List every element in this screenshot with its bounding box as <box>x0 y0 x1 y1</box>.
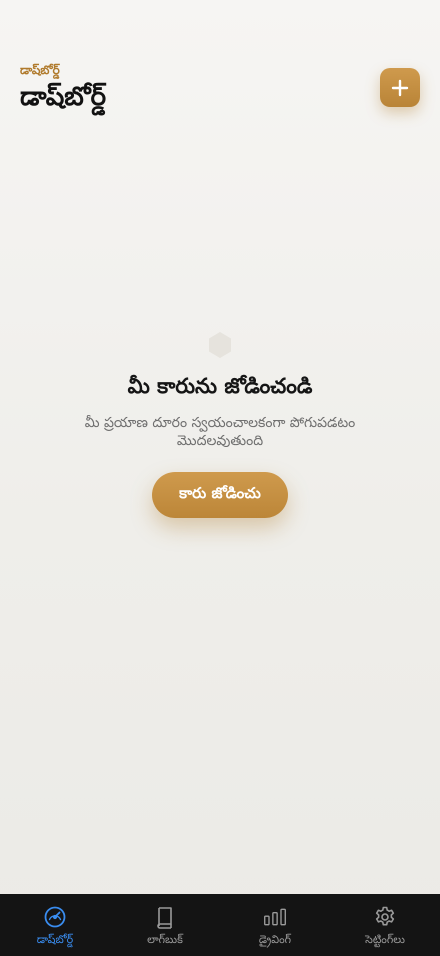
bottom-tab-bar: డాష్‌బోర్డ్ లాగ్‌బుక్ డ్రైవింగ్ సెట్టింగ… <box>0 894 440 956</box>
add-button[interactable] <box>380 68 420 107</box>
tab-label: లాగ్‌బుక్ <box>147 933 183 946</box>
page-title: డాష్‌బోర్డ్ <box>20 82 107 112</box>
add-car-button[interactable]: కారు జోడించు <box>152 472 288 518</box>
empty-state: మీ కారును జోడించండి మీ ప్రయాణ దూరం స్వయం… <box>0 330 440 518</box>
tab-driving[interactable]: డ్రైవింగ్ <box>220 894 330 956</box>
tab-label: డ్రైవింగ్ <box>258 933 292 946</box>
speedometer-icon <box>44 906 66 928</box>
tab-dashboard[interactable]: డాష్‌బోర్డ్ <box>0 894 110 956</box>
page-eyebrow: డాష్‌బోర్డ్ <box>20 63 60 77</box>
tab-settings[interactable]: సెట్టింగ్‌లు <box>330 894 440 956</box>
book-icon <box>157 907 172 929</box>
tab-logbook[interactable]: లాగ్‌బుక్ <box>110 894 220 956</box>
bar-chart-icon <box>264 908 286 926</box>
plus-icon <box>391 79 409 96</box>
gear-icon <box>375 906 395 926</box>
tab-label: డాష్‌బోర్డ్ <box>36 933 74 946</box>
tab-label: సెట్టింగ్‌లు <box>365 933 405 946</box>
empty-state-description: మీ ప్రయాణ దూరం స్వయంచాలకంగా పోగుపడటం మొద… <box>84 415 356 449</box>
header: డాష్‌బోర్డ్ డాష్‌బోర్డ్ <box>20 62 106 114</box>
empty-state-title: మీ కారును జోడించండి <box>127 374 313 398</box>
hexagon-icon <box>209 332 231 358</box>
